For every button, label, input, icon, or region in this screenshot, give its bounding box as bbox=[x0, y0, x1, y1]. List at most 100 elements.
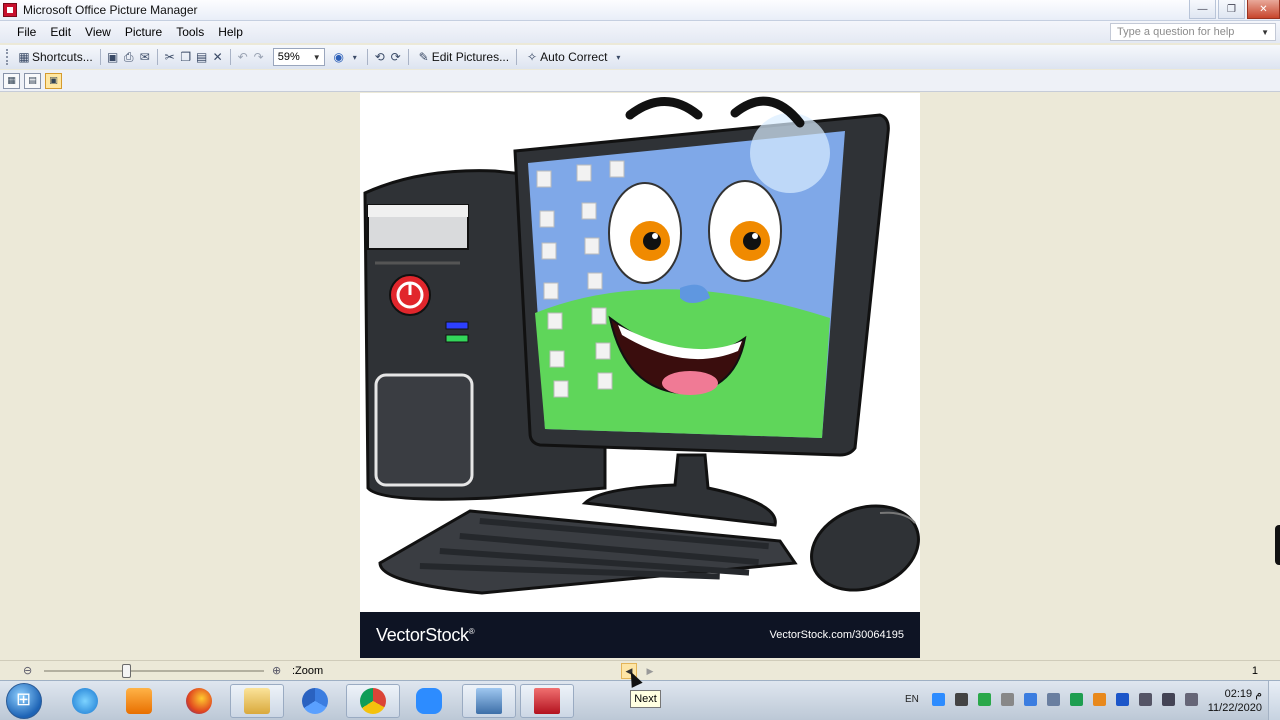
tray-app-icon[interactable] bbox=[955, 693, 968, 706]
zoom-slider-track[interactable] bbox=[44, 670, 264, 672]
shortcuts-button[interactable]: ▦ Shortcuts... bbox=[13, 47, 96, 67]
menu-bar: File Edit View Picture Tools Help Type a… bbox=[0, 21, 1280, 43]
chromium-icon bbox=[302, 688, 328, 714]
zoom-label: :Zoom bbox=[292, 665, 324, 677]
menu-tools[interactable]: Tools bbox=[169, 25, 211, 39]
edit-pictures-label: Edit Pictures... bbox=[431, 50, 510, 64]
help-dropdown-icon[interactable]: ▼ bbox=[1261, 28, 1269, 37]
vectorstock-url: VectorStock.com/30064195 bbox=[769, 629, 904, 641]
zoom-value: 59% bbox=[277, 51, 300, 63]
taskbar-chromium[interactable] bbox=[288, 684, 342, 718]
taskbar-media-player[interactable] bbox=[112, 684, 166, 718]
menu-view[interactable]: View bbox=[78, 25, 118, 39]
rotate-right-icon[interactable]: ⟳ bbox=[388, 49, 404, 65]
toolbar-separator bbox=[229, 49, 231, 65]
help-search-box[interactable]: Type a question for help ▼ bbox=[1110, 23, 1276, 41]
volume-icon[interactable] bbox=[1162, 693, 1175, 706]
edit-pictures-icon: ✎ bbox=[418, 50, 429, 64]
firefox-icon bbox=[186, 688, 212, 714]
main-toolbar: ▦ Shortcuts... ▣ ⎙ ✉ ✂ ❐ ▤ ✕ ↶ ↷ 59% ▼ ◉… bbox=[0, 45, 1280, 69]
auto-correct-icon: ✧ bbox=[527, 50, 538, 64]
vectorstock-watermark-band: VectorStock® VectorStock.com/30064195 bbox=[360, 612, 920, 658]
tray-check-icon[interactable] bbox=[978, 693, 991, 706]
network-signal-icon[interactable] bbox=[1185, 693, 1198, 706]
picture-manager-app-icon[interactable] bbox=[3, 3, 17, 17]
taskbar-zoom[interactable] bbox=[402, 684, 456, 718]
taskbar-remote-desktop[interactable] bbox=[462, 684, 516, 718]
show-desktop-button[interactable] bbox=[1268, 681, 1280, 720]
system-tray bbox=[932, 693, 1208, 706]
redo-icon[interactable]: ↷ bbox=[251, 49, 267, 65]
tray-app-icon[interactable] bbox=[1001, 693, 1014, 706]
print-icon[interactable]: ⎙ bbox=[121, 49, 137, 65]
email-icon[interactable]: ✉ bbox=[137, 49, 153, 65]
bluetooth-icon[interactable] bbox=[1116, 693, 1129, 706]
zoom-app-icon bbox=[416, 688, 442, 714]
edge-handle bbox=[1275, 525, 1280, 565]
window-controls: — ❐ ✕ bbox=[1187, 0, 1280, 19]
tray-app-icon[interactable] bbox=[932, 693, 945, 706]
auto-correct-label: Auto Correct bbox=[540, 50, 608, 64]
cut-icon[interactable]: ✂ bbox=[162, 49, 178, 65]
window-title: Microsoft Office Picture Manager bbox=[23, 3, 198, 17]
zoom-combo[interactable]: 59% ▼ bbox=[272, 48, 325, 66]
picture-manager-icon bbox=[534, 688, 560, 714]
help-icon[interactable]: ◉ bbox=[331, 49, 347, 65]
computer-cartoon-illustration bbox=[363, 96, 920, 595]
taskbar-clock[interactable]: 02:19 م 11/22/2020 bbox=[1208, 687, 1262, 715]
taskbar-firefox[interactable] bbox=[172, 684, 226, 718]
minimize-button[interactable]: — bbox=[1189, 0, 1216, 19]
shortcuts-icon: ▦ bbox=[18, 50, 30, 64]
shortcuts-label: Shortcuts... bbox=[32, 50, 93, 64]
start-button[interactable] bbox=[6, 683, 42, 719]
title-bar: Microsoft Office Picture Manager — ❐ ✕ bbox=[0, 0, 1280, 21]
monitor-app-icon bbox=[476, 688, 502, 714]
auto-correct-button[interactable]: ✧ Auto Correct bbox=[521, 47, 610, 67]
view-toolbar: ▦ ▤ ▣ bbox=[0, 70, 1280, 92]
folder-icon bbox=[244, 688, 270, 714]
single-picture-view-icon[interactable]: ▣ bbox=[45, 72, 62, 89]
taskbar-internet-explorer[interactable] bbox=[58, 684, 112, 718]
help-search-placeholder: Type a question for help bbox=[1117, 26, 1235, 38]
zoom-slider-thumb[interactable] bbox=[122, 664, 131, 678]
close-button[interactable]: ✕ bbox=[1247, 0, 1280, 19]
menu-picture[interactable]: Picture bbox=[118, 25, 169, 39]
zoom-dropdown-icon[interactable]: ▼ bbox=[313, 53, 321, 62]
menu-file[interactable]: File bbox=[10, 25, 43, 39]
chrome-icon bbox=[360, 688, 386, 714]
thumbnail-view-icon[interactable]: ▦ bbox=[3, 72, 20, 89]
toolbar-separator bbox=[366, 49, 368, 65]
language-indicator[interactable]: EN bbox=[905, 694, 919, 705]
delete-icon[interactable]: ✕ bbox=[210, 49, 226, 65]
toolbar-options-icon[interactable]: ▾ bbox=[347, 49, 363, 65]
internet-explorer-icon bbox=[72, 688, 98, 714]
paste-icon[interactable]: ▤ bbox=[194, 49, 210, 65]
computer-cartoon-picture[interactable]: VectorStock® VectorStock.com/30064195 bbox=[360, 93, 920, 658]
filmstrip-view-icon[interactable]: ▤ bbox=[24, 72, 41, 89]
vectorstock-brand: VectorStock® bbox=[376, 624, 475, 645]
zoom-out-icon[interactable]: ⊖ bbox=[23, 664, 37, 678]
zoom-in-icon[interactable]: ⊕ bbox=[272, 664, 286, 678]
restore-button[interactable]: ❐ bbox=[1218, 0, 1245, 19]
tray-app-icon[interactable] bbox=[1024, 693, 1037, 706]
action-center-icon[interactable] bbox=[1139, 693, 1152, 706]
edit-pictures-button[interactable]: ✎ Edit Pictures... bbox=[413, 47, 512, 67]
rotate-left-icon[interactable]: ⟲ bbox=[372, 49, 388, 65]
tray-app-icon[interactable] bbox=[1047, 693, 1060, 706]
toolbar-separator bbox=[516, 49, 518, 65]
taskbar-chrome[interactable] bbox=[346, 684, 400, 718]
tray-app-icon[interactable] bbox=[1070, 693, 1083, 706]
toolbar-options-icon[interactable]: ▾ bbox=[610, 49, 626, 65]
menu-help[interactable]: Help bbox=[211, 25, 250, 39]
taskbar-picture-manager[interactable] bbox=[520, 684, 574, 718]
next-picture-button[interactable]: ▶ bbox=[643, 664, 657, 678]
undo-icon[interactable]: ↶ bbox=[235, 49, 251, 65]
save-icon[interactable]: ▣ bbox=[105, 49, 121, 65]
clock-time: 02:19 م bbox=[1224, 688, 1262, 700]
toolbar-grip[interactable] bbox=[6, 49, 9, 65]
picture-count: 1 bbox=[1251, 665, 1258, 677]
tray-app-icon[interactable] bbox=[1093, 693, 1106, 706]
copy-icon[interactable]: ❐ bbox=[178, 49, 194, 65]
taskbar-file-explorer[interactable] bbox=[230, 684, 284, 718]
menu-edit[interactable]: Edit bbox=[43, 25, 78, 39]
